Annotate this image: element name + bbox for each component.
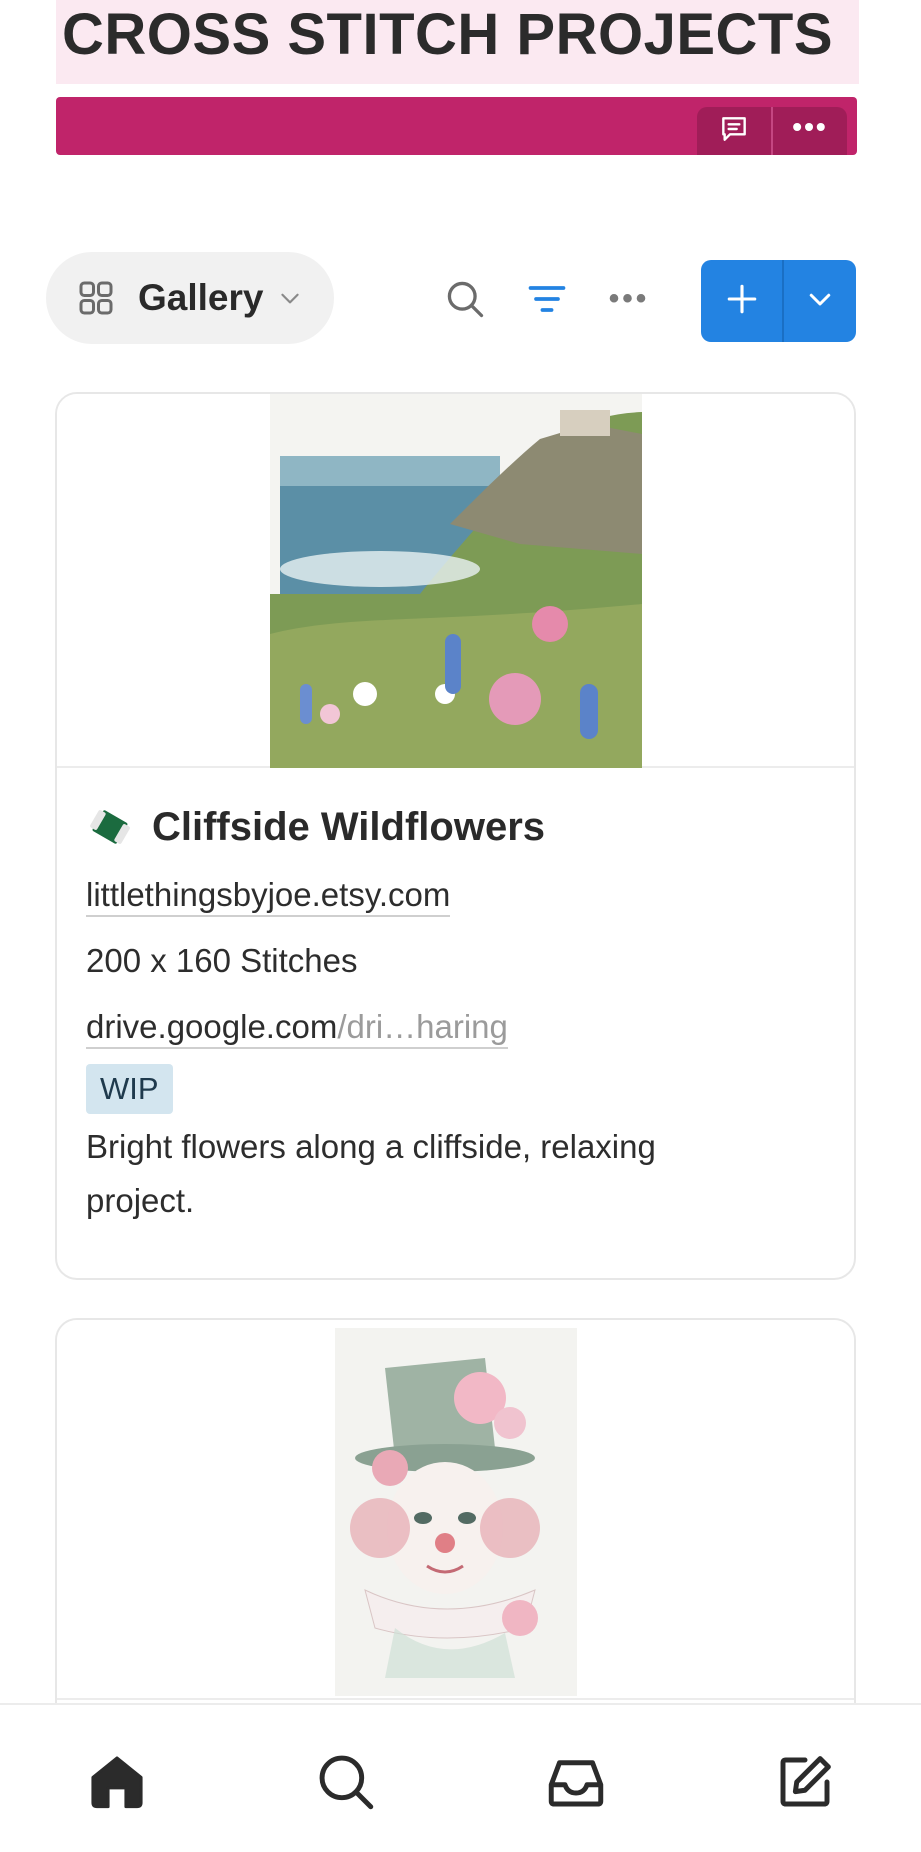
chevron-down-icon: [263, 285, 303, 311]
gallery-grid-icon: [76, 278, 116, 318]
gallery-card[interactable]: Cliffside Wildflowers littlethingsbyjoe.…: [55, 392, 856, 1280]
home-icon: [84, 1749, 150, 1815]
cover-image: [269, 394, 642, 768]
thread-spool-icon: [86, 803, 134, 851]
chevron-down-icon: [805, 284, 835, 319]
title-block: CROSS STITCH PROJECTS: [56, 0, 859, 84]
file-link-text: drive.google.com/dri…haring: [86, 1008, 508, 1049]
bottom-nav: [0, 1703, 921, 1852]
new-page-button[interactable]: [701, 260, 782, 342]
source-link[interactable]: littlethingsbyjoe.etsy.com: [86, 872, 825, 918]
card-title-row: Cliffside Wildflowers: [86, 802, 825, 852]
gallery-card[interactable]: [55, 1318, 856, 1718]
banner-more-button[interactable]: •••: [771, 107, 847, 155]
comment-icon: [718, 113, 750, 150]
status-row: WIP: [86, 1064, 825, 1114]
nav-inbox[interactable]: [541, 1749, 611, 1815]
file-link-path: /dri…haring: [337, 1008, 508, 1045]
new-page-split-button: [701, 260, 856, 342]
nav-home[interactable]: [82, 1749, 152, 1815]
page-banner: •••: [56, 97, 857, 155]
view-label: Gallery: [138, 277, 264, 318]
file-link[interactable]: drive.google.com/dri…haring: [86, 1004, 825, 1050]
source-link-text: littlethingsbyjoe.etsy.com: [86, 876, 451, 917]
card-cover: [57, 394, 854, 768]
status-badge: WIP: [86, 1064, 173, 1114]
card-description: Bright flowers along a cliffside, relaxi…: [86, 1128, 656, 1219]
comment-button[interactable]: [697, 107, 771, 155]
plus-icon: [725, 282, 759, 321]
banner-actions: •••: [697, 107, 847, 155]
nav-compose[interactable]: [770, 1749, 840, 1815]
compose-icon: [772, 1749, 838, 1815]
toolbar-more-button[interactable]: •••: [606, 276, 652, 322]
database-toolbar: Gallery •••: [46, 252, 856, 344]
card-body: Cliffside Wildflowers littlethingsbyjoe.…: [57, 768, 854, 1228]
new-page-options-button[interactable]: [782, 260, 856, 342]
search-icon: [443, 277, 487, 321]
page-title[interactable]: CROSS STITCH PROJECTS: [62, 2, 833, 68]
search-icon: [313, 1749, 379, 1815]
card-cover: [57, 1320, 854, 1700]
card-title: Cliffside Wildflowers: [152, 804, 546, 849]
cover-image: [334, 1328, 577, 1696]
stitch-size: 200 x 160 Stitches: [86, 942, 358, 979]
search-button[interactable]: [442, 276, 488, 322]
inbox-icon: [543, 1749, 609, 1815]
view-switcher[interactable]: Gallery: [46, 252, 334, 344]
file-link-domain: drive.google.com: [86, 1008, 338, 1045]
more-horizontal-icon: •••: [792, 111, 828, 142]
filter-icon: [525, 277, 569, 321]
nav-search[interactable]: [311, 1749, 381, 1815]
filter-button[interactable]: [524, 276, 570, 322]
